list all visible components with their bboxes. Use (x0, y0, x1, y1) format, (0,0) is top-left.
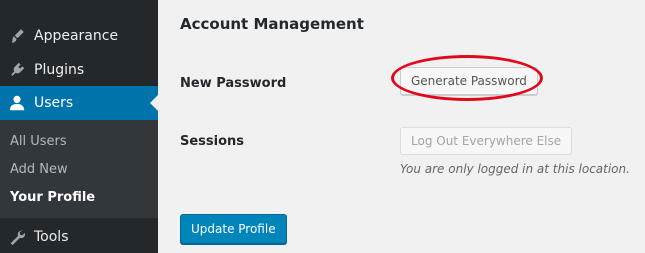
main-content: Account Management New Password Generate… (158, 0, 645, 253)
submenu-item-add-new[interactable]: Add New (10, 162, 68, 177)
submenu-item-all-users[interactable]: All Users (10, 134, 67, 149)
paintbrush-icon (7, 26, 27, 46)
submenu-item-your-profile[interactable]: Your Profile (10, 190, 95, 205)
menu-item-label: Appearance (34, 28, 119, 44)
menu-item-users[interactable]: Users (0, 86, 158, 120)
screen: Appearance Plugins Users All Users Add N… (0, 0, 645, 253)
users-submenu: All Users Add New Your Profile (0, 120, 158, 218)
plugin-icon (7, 60, 27, 80)
log-out-everywhere-button[interactable]: Log Out Everywhere Else (400, 127, 573, 155)
sessions-label: Sessions (180, 134, 245, 149)
wrench-icon (7, 227, 27, 247)
users-icon (7, 93, 27, 113)
menu-item-plugins[interactable]: Plugins (0, 53, 158, 87)
new-password-label: New Password (180, 76, 287, 91)
menu-item-label: Tools (34, 229, 69, 245)
sessions-description: You are only logged in at this location. (400, 162, 630, 176)
menu-item-appearance[interactable]: Appearance (0, 19, 158, 53)
generate-password-button[interactable]: Generate Password (400, 67, 538, 95)
current-menu-arrow (150, 95, 158, 111)
menu-item-label: Users (34, 95, 74, 111)
menu-item-tools[interactable]: Tools (0, 220, 158, 253)
update-profile-button[interactable]: Update Profile (180, 214, 287, 244)
menu-item-label: Plugins (34, 62, 85, 78)
section-title: Account Management (180, 15, 364, 33)
admin-sidebar: Appearance Plugins Users All Users Add N… (0, 0, 158, 253)
